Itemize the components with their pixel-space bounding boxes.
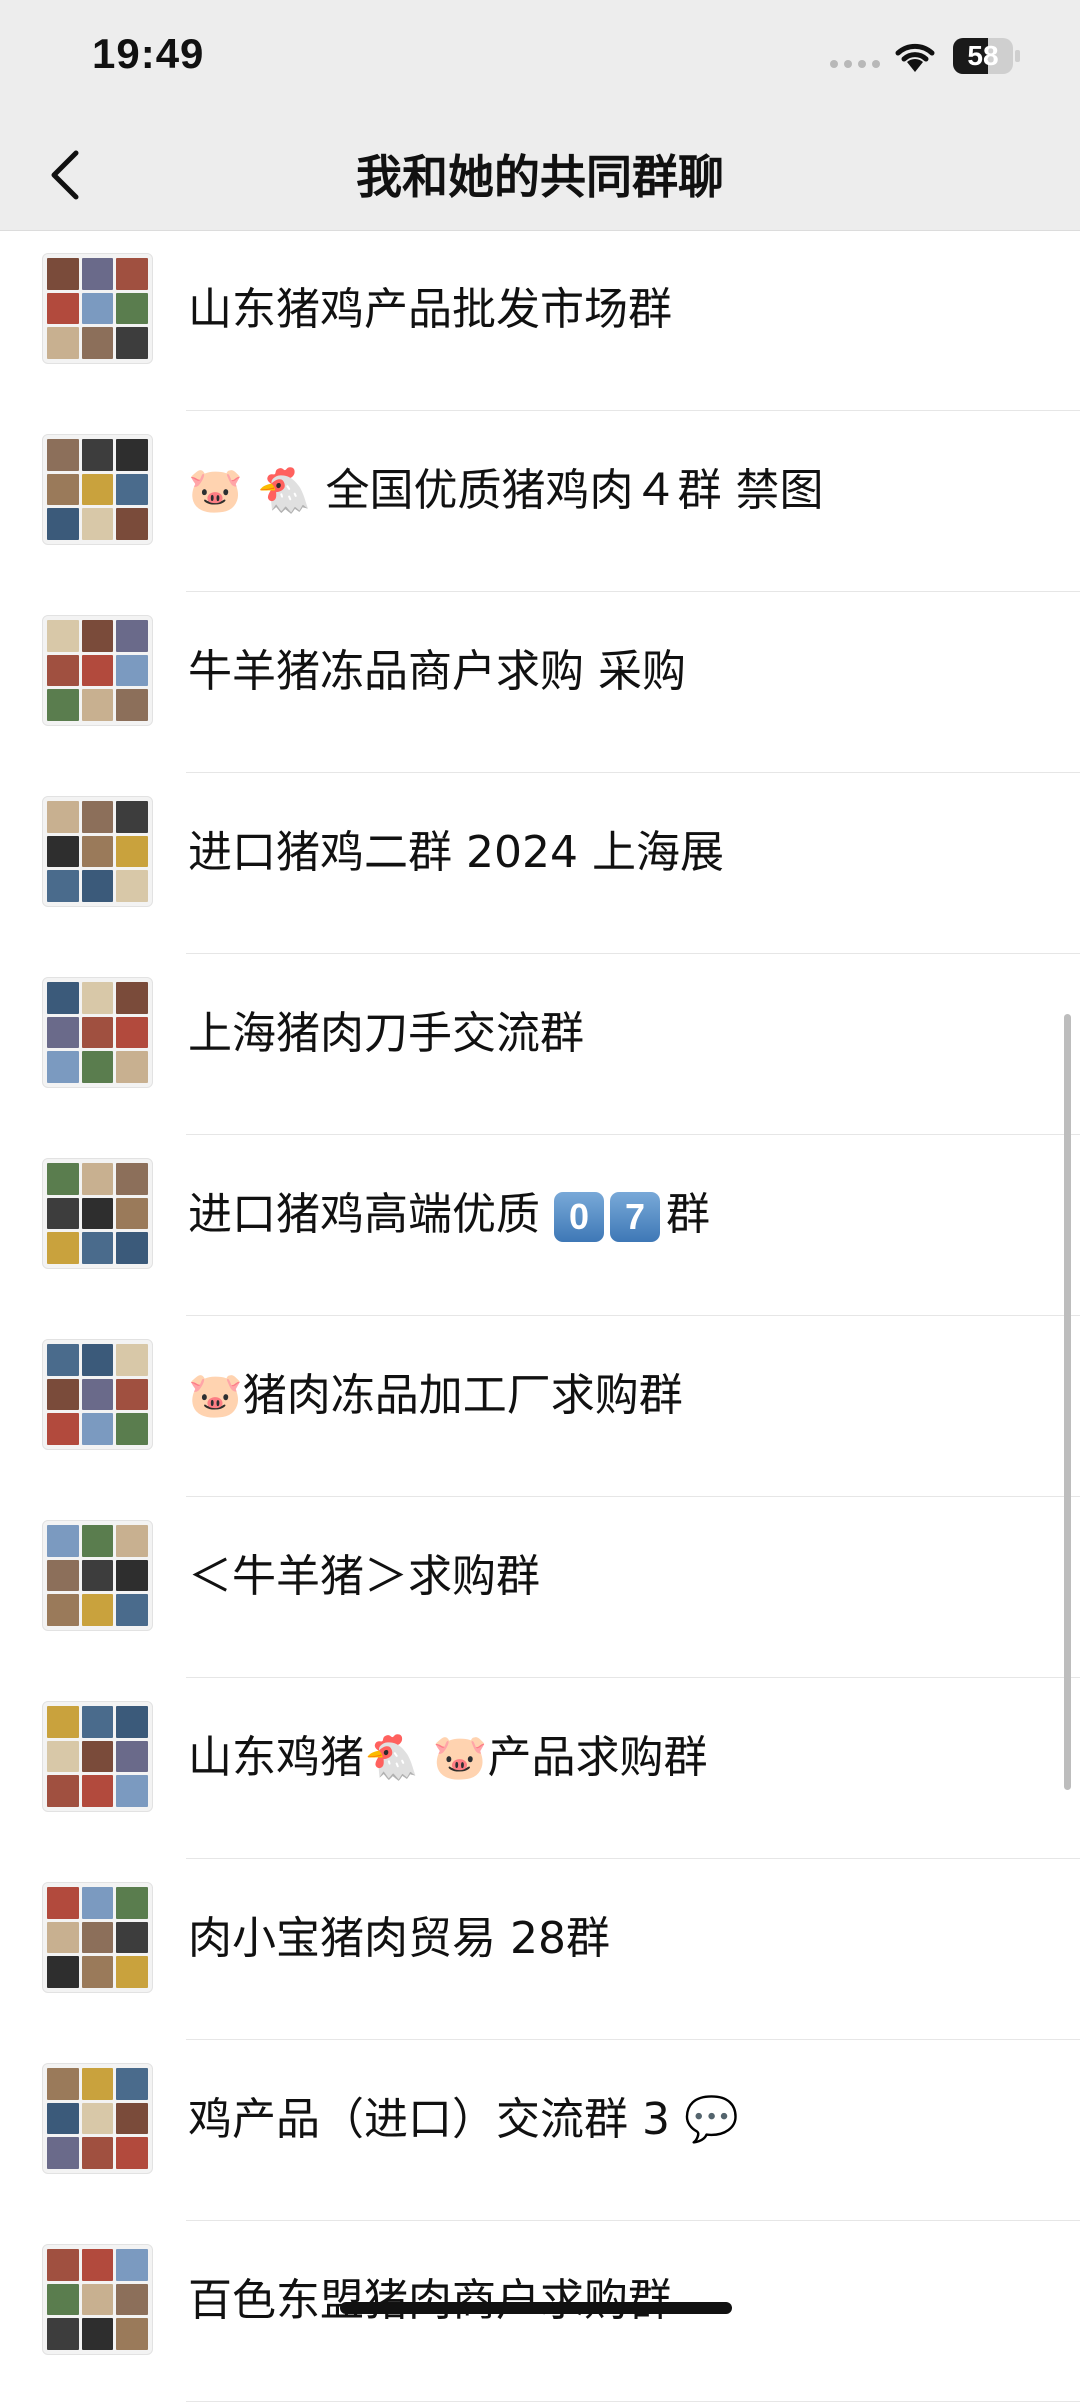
group-avatar xyxy=(42,253,153,364)
group-name: ＜牛羊猪＞求购群 xyxy=(188,1551,540,1602)
battery-icon: 58 xyxy=(953,38,1020,74)
group-name: 进口猪鸡高端优质 07群 xyxy=(188,1189,710,1242)
group-avatar xyxy=(42,615,153,726)
group-name: 🐷猪肉冻品加工厂求购群 xyxy=(188,1370,683,1421)
page-title: 我和她的共同群聊 xyxy=(356,150,724,204)
group-name: 山东猪鸡产品批发市场群 xyxy=(188,284,672,335)
group-name: 上海猪肉刀手交流群 xyxy=(188,1008,584,1059)
list-item[interactable]: 山东鸡猪🐔 🐷产品求购群 xyxy=(0,1678,1080,1859)
home-indicator[interactable] xyxy=(340,2302,732,2314)
keycap-digit: 7 xyxy=(610,1192,660,1242)
group-avatar xyxy=(42,1882,153,1993)
group-name: 进口猪鸡二群 2024 上海展 xyxy=(188,827,724,878)
group-name: 牛羊猪冻品商户求购 采购 xyxy=(188,646,686,697)
cellular-signal-icon xyxy=(830,60,880,68)
battery-percentage: 58 xyxy=(967,40,999,71)
status-bar: 19:49 58 xyxy=(0,0,1080,115)
navigation-bar: 我和她的共同群聊 xyxy=(0,115,1080,231)
list-item[interactable]: ＜牛羊猪＞求购群 xyxy=(0,1497,1080,1678)
list-item[interactable]: 山东猪鸡产品批发市场群 xyxy=(0,230,1080,411)
list-item[interactable]: 🐷 🐔 全国优质猪鸡肉４群 禁图 xyxy=(0,411,1080,592)
group-name: 鸡产品（进口）交流群 3 💬 xyxy=(188,2094,739,2145)
keycap-digit: 0 xyxy=(554,1192,604,1242)
group-avatar xyxy=(42,1158,153,1269)
list-item[interactable]: 牛羊猪冻品商户求购 采购 xyxy=(0,592,1080,773)
group-list: 山东猪鸡产品批发市场群 🐷 🐔 全国优质猪鸡肉４群 禁图 牛羊猪冻品商户求购 采购进… xyxy=(0,230,1080,2402)
scrollbar[interactable] xyxy=(1064,1014,1071,1790)
group-avatar xyxy=(42,1520,153,1631)
list-item[interactable]: 进口猪鸡二群 2024 上海展 xyxy=(0,773,1080,954)
group-avatar xyxy=(42,1339,153,1450)
wifi-icon xyxy=(895,43,935,72)
list-item[interactable]: 🐷猪肉冻品加工厂求购群 xyxy=(0,1316,1080,1497)
list-item[interactable]: 上海猪肉刀手交流群 xyxy=(0,954,1080,1135)
list-item[interactable]: 肉小宝猪肉贸易 28群 xyxy=(0,1859,1080,2040)
group-name: 山东鸡猪🐔 🐷产品求购群 xyxy=(188,1732,708,1783)
group-avatar xyxy=(42,2063,153,2174)
group-name: 肉小宝猪肉贸易 28群 xyxy=(188,1913,610,1964)
group-avatar xyxy=(42,2244,153,2355)
group-name: 百色东盟猪肉商户求购群 xyxy=(188,2275,672,2326)
group-avatar xyxy=(42,434,153,545)
group-name: 🐷 🐔 全国优质猪鸡肉４群 禁图 xyxy=(188,465,824,516)
group-avatar xyxy=(42,977,153,1088)
group-avatar xyxy=(42,1701,153,1812)
list-item[interactable]: 鸡产品（进口）交流群 3 💬 xyxy=(0,2040,1080,2221)
list-item[interactable]: 进口猪鸡高端优质 07群 xyxy=(0,1135,1080,1316)
group-avatar xyxy=(42,796,153,907)
status-time: 19:49 xyxy=(92,30,205,77)
